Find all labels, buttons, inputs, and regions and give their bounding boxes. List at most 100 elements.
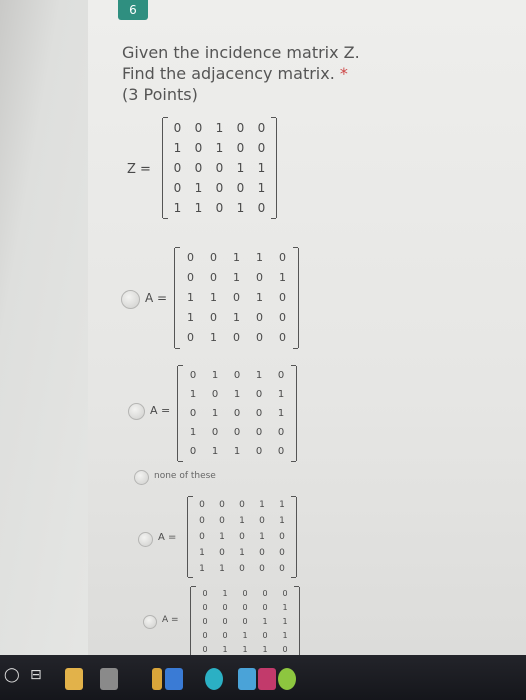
matrix-cell: 0 <box>279 331 286 344</box>
matrix-cell: 1 <box>233 389 241 400</box>
option-5-radio[interactable] <box>143 615 157 629</box>
matrix-cell: 0 <box>236 141 245 155</box>
matrix-cell: 0 <box>236 181 245 195</box>
option-4-label: A = <box>158 532 177 543</box>
matrix-cell: 1 <box>279 500 285 510</box>
matrix-cell: 0 <box>219 548 225 558</box>
matrix-cell: 0 <box>199 500 205 510</box>
matrix-cell: 0 <box>187 271 194 284</box>
matrix-cell: 0 <box>219 500 225 510</box>
matrix-cell: 0 <box>279 251 286 264</box>
browser-icon[interactable] <box>205 668 223 690</box>
matrix-cell: 0 <box>239 500 245 510</box>
folder-icon[interactable] <box>152 668 162 690</box>
matrix-cell: 1 <box>257 161 266 175</box>
matrix-cell: 1 <box>256 291 263 304</box>
matrix-cell: 1 <box>219 564 225 574</box>
matrix-cell: 0 <box>262 631 268 640</box>
matrix-cell: 0 <box>215 161 224 175</box>
question-number-badge: 6 <box>118 0 148 20</box>
matrix-cell: 0 <box>257 121 266 135</box>
matrix-cell: 0 <box>277 446 285 457</box>
matrix: 0 1 0 1 0 1 0 1 0 1 0 1 0 0 1 1 0 0 0 0 0 1 1 0 0 <box>177 365 297 462</box>
matrix-cell: 0 <box>242 617 248 626</box>
matrix-cell: 0 <box>233 427 241 438</box>
matrix-cell: 0 <box>199 516 205 526</box>
matrix-cell: 0 <box>279 311 286 324</box>
matrix-cell: 0 <box>277 370 285 381</box>
option-none-label: none of these <box>154 471 216 481</box>
matrix-cell: 1 <box>257 181 266 195</box>
matrix-cell: 1 <box>256 251 263 264</box>
matrix-cell: 0 <box>277 427 285 438</box>
matrix-cell: 0 <box>222 617 228 626</box>
matrix-cell: 0 <box>173 121 182 135</box>
matrix-cell: 0 <box>255 408 263 419</box>
store-icon[interactable] <box>238 668 256 690</box>
matrix-cell: 0 <box>173 181 182 195</box>
matrix-cell: 1 <box>259 500 265 510</box>
matrix-cell: 1 <box>211 370 219 381</box>
matrix-cell: 0 <box>256 311 263 324</box>
windows-start-icon[interactable]: ◯ <box>4 667 20 683</box>
matrix-cell: 1 <box>173 201 182 215</box>
matrix-cell: 1 <box>236 201 245 215</box>
matrix-cell: 0 <box>222 631 228 640</box>
media-icon[interactable] <box>258 668 276 690</box>
question-points: (3 Points) <box>122 85 198 104</box>
matrix-cell: 1 <box>194 201 203 215</box>
option-2-label: A = <box>150 404 171 417</box>
matrix-cell: 0 <box>282 589 288 598</box>
matrix-cell: 1 <box>215 141 224 155</box>
matrix-cell: 1 <box>187 311 194 324</box>
matrix-cell: 0 <box>189 370 197 381</box>
question-text: Given the incidence matrix Z. Find the a… <box>122 42 360 105</box>
matrix-cell: 0 <box>215 181 224 195</box>
matrix-cell: 0 <box>202 617 208 626</box>
matrix-cell: 1 <box>189 389 197 400</box>
matrix-cell: 0 <box>255 389 263 400</box>
matrix-cell: 1 <box>210 291 217 304</box>
matrix-z-label: Z = <box>127 162 151 177</box>
matrix-cell: 0 <box>194 141 203 155</box>
matrix-cell: 1 <box>187 291 194 304</box>
matrix-cell: 1 <box>211 408 219 419</box>
matrix-cell: 0 <box>242 603 248 612</box>
matrix-cell: 0 <box>222 603 228 612</box>
option-2-radio[interactable] <box>128 403 145 420</box>
question-line-1: Given the incidence matrix Z. <box>122 43 360 62</box>
matrix-cell: 0 <box>210 271 217 284</box>
task-view-icon[interactable]: ⊟ <box>30 667 42 683</box>
notes-icon[interactable] <box>65 668 83 690</box>
matrix-cell: 0 <box>279 532 285 542</box>
matrix-cell: 1 <box>282 603 288 612</box>
required-marker: * <box>339 64 348 83</box>
matrix-cell: 0 <box>202 603 208 612</box>
matrix-cell: 1 <box>194 181 203 195</box>
matrix-cell: 0 <box>259 564 265 574</box>
matrix-cell: 0 <box>259 516 265 526</box>
matrix: 0 0 0 1 1 0 0 1 0 1 0 1 0 1 0 1 0 1 0 0 1 1 0 0 0 <box>187 496 297 578</box>
calculator-icon[interactable] <box>100 668 118 690</box>
matrix-cell: 1 <box>219 532 225 542</box>
matrix-cell: 0 <box>233 331 240 344</box>
matrix-cell: 1 <box>199 548 205 558</box>
matrix-cell: 0 <box>189 446 197 457</box>
matrix-cell: 1 <box>277 408 285 419</box>
matrix-cell: 0 <box>189 408 197 419</box>
matrix-cell: 0 <box>211 427 219 438</box>
option-4-radio[interactable] <box>138 532 153 547</box>
matrix-cell: 0 <box>262 603 268 612</box>
matrix-cell: 0 <box>255 427 263 438</box>
chat-icon[interactable] <box>278 668 296 690</box>
matrix-cell: 1 <box>211 446 219 457</box>
mail-icon[interactable] <box>165 668 183 690</box>
option-1-radio[interactable] <box>121 290 140 309</box>
matrix-cell: 0 <box>255 446 263 457</box>
matrix-cell: 0 <box>199 532 205 542</box>
matrix-cell: 0 <box>215 201 224 215</box>
matrix-cell: 0 <box>202 589 208 598</box>
option-3-radio[interactable] <box>134 470 149 485</box>
matrix-cell: 0 <box>279 291 286 304</box>
matrix-cell: 0 <box>262 589 268 598</box>
